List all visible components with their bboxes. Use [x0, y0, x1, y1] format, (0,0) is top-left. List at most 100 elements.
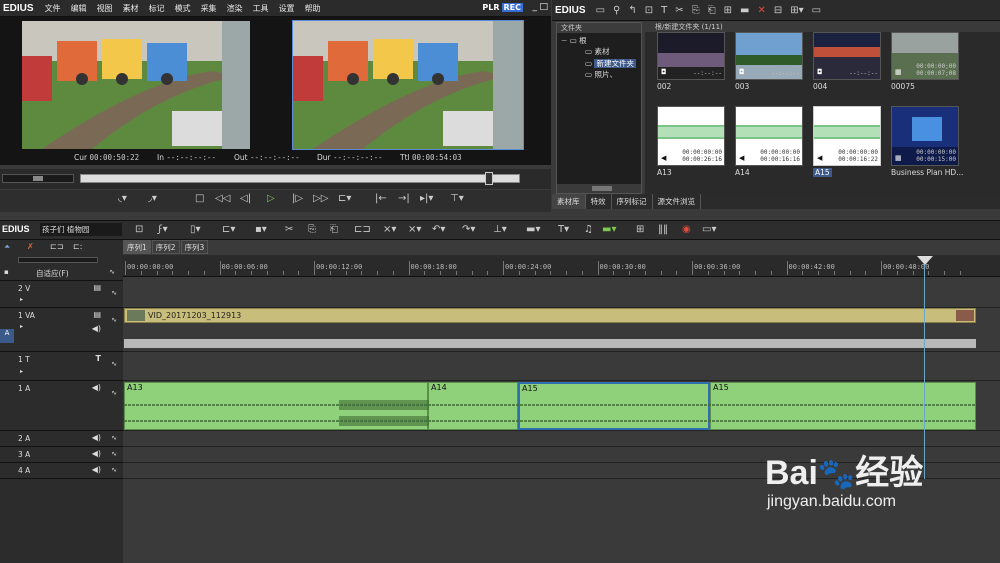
mode-icon[interactable]: ϝ▾ [158, 224, 168, 235]
render-icon[interactable]: ▬▾ [602, 224, 616, 235]
bin-clip[interactable]: ◀ 00:00:00:00 00:00:26:16 A13 [657, 106, 725, 177]
sync-icon[interactable]: ◉ [682, 224, 691, 235]
player-preview[interactable] [22, 21, 250, 149]
track-lane-1a[interactable]: A13 A14 A15 A15 [123, 381, 1000, 431]
menu-mode[interactable]: 模式 [170, 3, 196, 14]
step-forward-icon[interactable]: |▷ [292, 193, 303, 204]
redo-icon[interactable]: ↷▾ [462, 224, 475, 235]
expand-icon[interactable]: ▸ [20, 296, 23, 303]
overwrite-icon[interactable]: ⊤▾ [450, 193, 464, 204]
shuttle-slider[interactable] [2, 174, 74, 183]
ripple-icon[interactable]: ⊏⊐ [354, 224, 371, 235]
track-patch-icon[interactable]: A [0, 329, 14, 343]
bin-clip[interactable]: ▦ 00:00:00:00 00:00:15:00 Business Plan H… [891, 106, 963, 177]
timeline-ruler[interactable]: 00:00:00:00 00:00:06:00 00:00:12:00 00:00:1… [123, 255, 1000, 277]
tab-sequence-2[interactable]: 序列2 [151, 240, 180, 254]
speaker-icon[interactable]: ◀) [92, 433, 101, 442]
track-lane-1t[interactable] [123, 352, 1000, 381]
shuttle-knob[interactable] [33, 176, 43, 181]
copy-icon[interactable]: ⎘ [308, 224, 316, 235]
bin-clip[interactable]: ◀ 00:00:00:00 00:00:16:16 A14 [735, 106, 803, 177]
grid-icon[interactable]: ⊞ [636, 224, 644, 235]
tree-item-clips[interactable]: ▭ 素材 [585, 47, 609, 57]
minimize-icon[interactable]: _ [533, 2, 538, 12]
title-icon[interactable]: T [661, 5, 667, 16]
tree-scrollbar[interactable] [557, 184, 641, 193]
set-in-icon[interactable]: ◟▾ [118, 193, 127, 204]
wave-icon[interactable]: ∿ [111, 466, 117, 474]
add-cut-icon[interactable]: ⊥▾ [493, 224, 507, 235]
undo-icon[interactable]: ↶▾ [432, 224, 445, 235]
menu-render[interactable]: 渲染 [222, 3, 248, 14]
menu-capture[interactable]: 采集 [196, 3, 222, 14]
speaker-icon[interactable]: ◀) [92, 465, 101, 474]
paste-icon[interactable]: ⎗ [708, 5, 716, 16]
expand-icon[interactable]: ▸ [20, 368, 23, 375]
insert-icon[interactable]: ▸|▾ [420, 193, 433, 204]
track-lane-1va[interactable]: VID_20171203_112913 [123, 308, 1000, 352]
delete-icon[interactable]: ✕ [757, 5, 765, 16]
tab-effects[interactable]: 特效 [586, 194, 612, 209]
wave-icon[interactable]: ∿ [109, 268, 115, 276]
bin-clip[interactable]: ▦ 00:00:00;00 00:00:07;08 00075 [891, 32, 959, 91]
title-track-icon[interactable]: T [96, 354, 101, 363]
new-icon[interactable]: ▯▾ [190, 224, 201, 235]
prev-edit-icon[interactable]: |← [375, 193, 387, 204]
rewind-icon[interactable]: ◁◁ [215, 193, 230, 204]
tree-scroll-thumb[interactable] [592, 186, 612, 191]
menu-help[interactable]: 帮助 [300, 3, 326, 14]
menu-file[interactable]: 文件 [40, 3, 66, 14]
menu-edit[interactable]: 编辑 [66, 3, 92, 14]
bin-clip[interactable]: ◘ --:--:-- 004 [813, 32, 881, 91]
add-to-timeline-icon[interactable]: ⊞ [724, 5, 732, 16]
properties-icon[interactable]: ⊟ [774, 5, 782, 16]
import-icon[interactable]: ⊡ [645, 5, 653, 16]
menu-tools[interactable]: 工具 [248, 3, 274, 14]
set-out-icon[interactable]: ◞▾ [148, 193, 157, 204]
speaker-icon[interactable]: ◀) [92, 383, 101, 392]
open-icon[interactable]: ⊏▾ [222, 224, 235, 235]
copy-icon[interactable]: ⎘ [692, 5, 700, 16]
group-icon[interactable]: ⊏: [73, 242, 82, 251]
track-lane-2a[interactable] [123, 431, 1000, 447]
delete-clip-icon[interactable]: ⨯▾ [383, 224, 396, 235]
layout-icon[interactable]: ▭▾ [702, 224, 716, 235]
track-header-2a[interactable]: 2 A ◀) ∿ [0, 431, 123, 447]
lock-icon[interactable]: ▪ [4, 268, 9, 276]
tree-item-photos[interactable]: ▭ 照片、 [585, 70, 617, 80]
bin-clip-selected[interactable]: ◀ 00:00:00:00 00:00:16:22 A15 [813, 106, 881, 177]
microphone-icon[interactable]: ♫ [584, 224, 593, 235]
maximize-icon[interactable]: □ [539, 2, 548, 12]
zoom-slider[interactable] [18, 257, 98, 263]
cut-icon[interactable]: ✂ [285, 224, 293, 235]
tab-asset-library[interactable]: 素材库 [552, 194, 586, 209]
track-mode-icon[interactable]: ⏶ [4, 242, 10, 252]
tab-sequence-1[interactable]: 序列1 [123, 240, 151, 254]
stop-icon[interactable]: □ [195, 193, 204, 204]
position-slider[interactable] [80, 172, 520, 185]
project-name[interactable]: 孩子们 植物园 [40, 223, 122, 236]
linked-audio-bar[interactable] [124, 339, 976, 348]
plr-label[interactable]: PLR [482, 3, 499, 12]
menu-clip[interactable]: 素材 [118, 3, 144, 14]
fast-forward-icon[interactable]: ▷▷ [313, 193, 328, 204]
player-icon[interactable]: ▬ [740, 5, 749, 16]
next-edit-icon[interactable]: →| [398, 193, 410, 204]
bin-clip[interactable]: ◘ --:--:-- 003 [735, 32, 803, 91]
tree-item-root[interactable]: − ▭ 根 [561, 36, 587, 46]
paste-icon[interactable]: ⎗ [330, 224, 338, 235]
snap-icon[interactable]: ✗ [27, 242, 34, 251]
track-header-1a[interactable]: 1 A ◀) ∿ [0, 381, 123, 431]
view-mode-icon[interactable]: ⊞▾ [790, 5, 803, 16]
track-header-4a[interactable]: 4 A ◀) ∿ [0, 463, 123, 479]
track-header-1t[interactable]: 1 T T ∿ ▸ [0, 352, 123, 381]
track-header-1va[interactable]: 1 VA ▤ ◀) A ∿ ▸ [0, 308, 123, 352]
playhead[interactable] [924, 257, 925, 479]
step-back-icon[interactable]: ◁| [240, 193, 251, 204]
wave-icon[interactable]: ∿ [111, 289, 117, 297]
ripple-delete-icon[interactable]: ⨯▾ [408, 224, 421, 235]
plr-rec-toggle[interactable]: PLR REC [482, 3, 523, 12]
link-icon[interactable]: ⊏⊐ [50, 242, 63, 251]
title-icon[interactable]: T▾ [558, 224, 569, 235]
wave-icon[interactable]: ∿ [111, 434, 117, 442]
